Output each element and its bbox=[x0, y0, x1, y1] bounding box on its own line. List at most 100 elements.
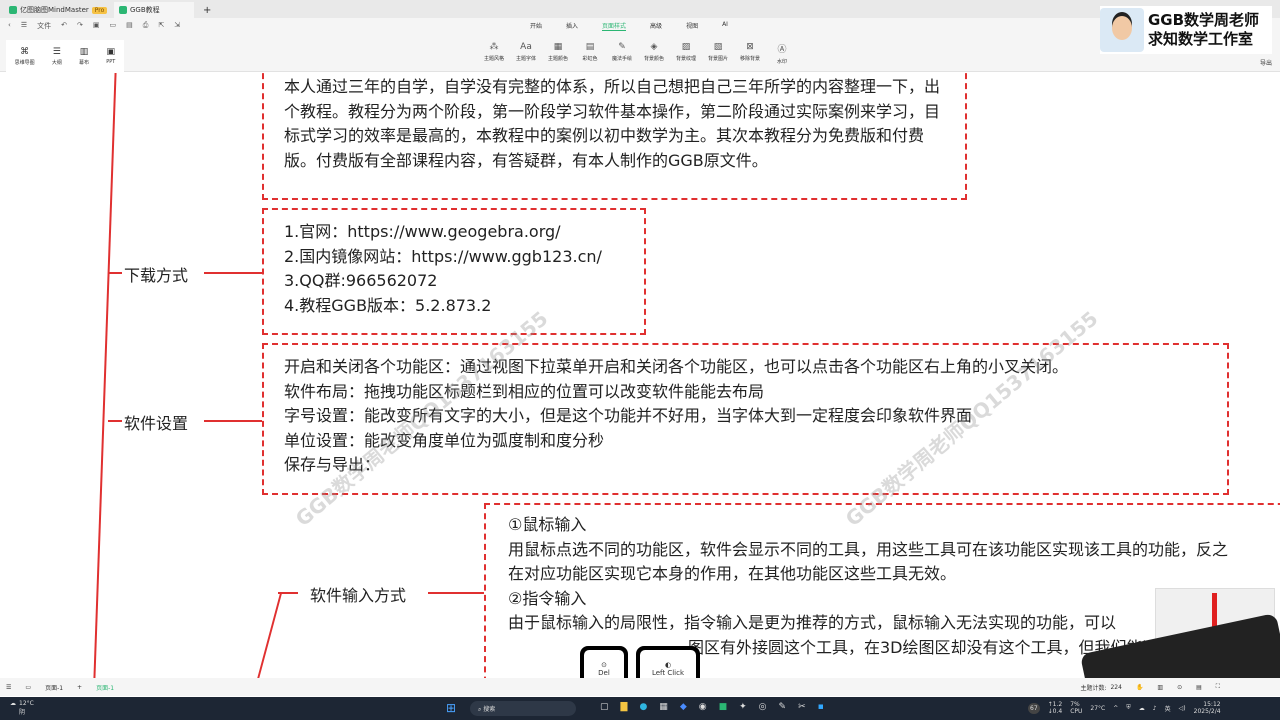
steam-icon[interactable]: ✦ bbox=[739, 702, 747, 712]
cloud-icon[interactable]: ☁ bbox=[1139, 705, 1145, 712]
menu-tabs: 开始 插入 页面样式 高级 视图 AI bbox=[530, 21, 728, 31]
save-icon[interactable]: ▤ bbox=[126, 21, 133, 31]
page-selector[interactable]: 页面-1 bbox=[45, 683, 63, 692]
mode-ppt[interactable]: ▣ PPT bbox=[106, 47, 115, 65]
edge-icon[interactable]: ● bbox=[639, 702, 647, 712]
menu-start[interactable]: 开始 bbox=[530, 21, 542, 31]
menu-page-style[interactable]: 页面样式 bbox=[602, 21, 627, 31]
branch-line bbox=[428, 592, 484, 594]
weather-widget[interactable]: ☁ 12°C 阴 bbox=[10, 700, 34, 716]
tool-2[interactable]: ▦ 主题颜色 bbox=[546, 42, 570, 65]
tool-icon: Aa bbox=[520, 42, 532, 52]
menu-insert[interactable]: 插入 bbox=[566, 21, 578, 31]
paint-icon[interactable]: ✎ bbox=[779, 702, 787, 712]
page-tab[interactable]: 页面-1 bbox=[96, 683, 114, 692]
back-icon[interactable]: ‹ bbox=[8, 21, 11, 31]
start-icon[interactable]: ⊞ bbox=[446, 701, 456, 715]
file-menu[interactable]: 文件 bbox=[37, 21, 51, 31]
curtain-icon: ▥ bbox=[79, 46, 89, 57]
capcut-icon[interactable]: ✂ bbox=[798, 702, 806, 712]
tool-9[interactable]: Ⓐ 水印 bbox=[770, 42, 794, 65]
app-icon[interactable]: ◆ bbox=[680, 702, 687, 712]
tool-icon: ▨ bbox=[681, 42, 691, 52]
tab-mindmaster[interactable]: 亿图脑图MindMaster Pro bbox=[4, 2, 112, 18]
branch-line bbox=[108, 272, 122, 274]
trunk-line bbox=[93, 73, 117, 678]
node-settings[interactable]: 软件设置 bbox=[124, 410, 188, 434]
export-button[interactable]: 导出 bbox=[1260, 58, 1272, 67]
redo-icon[interactable]: ↷ bbox=[77, 21, 83, 31]
export-icon[interactable]: ⇱ bbox=[158, 21, 164, 31]
explorer-icon[interactable]: ▇ bbox=[621, 702, 628, 712]
sidebar-toggle-icon[interactable]: ☰ bbox=[6, 684, 11, 691]
tab-ggb[interactable]: GGB教程 bbox=[114, 2, 194, 18]
quick-access: ‹ ☰ 文件 ↶ ↷ ▣ ▭ ▤ ⎙ ⇱ ⇲ bbox=[8, 21, 180, 31]
layout-icon[interactable]: ▥ bbox=[1157, 684, 1163, 691]
page-icon[interactable]: ▭ bbox=[25, 684, 31, 691]
tool-8[interactable]: ⊠ 移除背景 bbox=[738, 42, 762, 65]
tool-icon: ▦ bbox=[553, 42, 563, 52]
pinned-apps: ▢ ▇ ● ▦ ◆ ◉ ■ ✦ ◎ ✎ ✂ ▪ bbox=[600, 702, 824, 712]
menu-view[interactable]: 视图 bbox=[686, 21, 698, 31]
tool-3[interactable]: ▤ 彩虹色 bbox=[578, 42, 602, 65]
menu-ai[interactable]: AI bbox=[722, 21, 728, 31]
menu-icon[interactable]: ☰ bbox=[21, 21, 27, 31]
ps-icon[interactable]: ▪ bbox=[818, 702, 824, 712]
branch-line bbox=[204, 420, 262, 422]
download-node[interactable]: 1.官网：https://www.geogebra.org/2.国内镜像网站：h… bbox=[262, 208, 646, 335]
pro-badge: Pro bbox=[91, 6, 108, 14]
qq-icon[interactable]: ◉ bbox=[699, 702, 707, 712]
play-icon[interactable]: ⊙ bbox=[1177, 684, 1182, 691]
tool-icon: Ⓐ bbox=[777, 45, 787, 55]
branch-line bbox=[255, 593, 283, 678]
node-input[interactable]: 软件输入方式 bbox=[310, 582, 406, 606]
shield-icon[interactable]: ⛨ bbox=[1126, 704, 1131, 712]
mode-mindmap[interactable]: ⌘ 思维导图 bbox=[15, 47, 35, 66]
tool-4[interactable]: ✎ 魔法手绘 bbox=[610, 42, 634, 65]
tool-icon: ⊠ bbox=[746, 42, 754, 52]
tool-icon: ▤ bbox=[585, 42, 595, 52]
volume-icon[interactable]: ◁) bbox=[1179, 705, 1186, 712]
new-tab-button[interactable]: + bbox=[198, 2, 216, 18]
obs-icon[interactable]: ◎ bbox=[759, 702, 767, 712]
clock[interactable]: 15:12 2025/2/4 bbox=[1194, 701, 1221, 715]
mindmap-canvas[interactable]: 本人通过三年的自学，自学没有完整的体系，所以自己想把自己三年所学的内容整理一下，… bbox=[0, 73, 1280, 678]
chevron-up-icon[interactable]: ^ bbox=[1113, 705, 1118, 712]
mindmap-icon: ⌘ bbox=[20, 46, 30, 57]
store-icon[interactable]: ▦ bbox=[659, 702, 668, 712]
open-icon[interactable]: ▭ bbox=[109, 21, 116, 31]
tool-5[interactable]: ◈ 背景颜色 bbox=[642, 42, 666, 65]
tool-icon: ✎ bbox=[618, 42, 626, 52]
new-icon[interactable]: ▣ bbox=[93, 21, 100, 31]
ime-icon[interactable]: 英 bbox=[1165, 704, 1171, 713]
channel-brand: GGB数学周老师 求知数学工作室 bbox=[1100, 6, 1272, 54]
ribbon: ‹ ☰ 文件 ↶ ↷ ▣ ▭ ▤ ⎙ ⇱ ⇲ ⌘ 思维导图 ☰ 大纲 ▥ 幕布 ▣ PPT 开始 插入 页… bbox=[0, 18, 1280, 72]
taskbar: ☁ 12°C 阴 ⊞ ⌕ 搜索 ▢ ▇ ● ▦ ◆ ◉ ■ ✦ ◎ ✎ ✂ ▪ 67 ↑1.2 ↓0.4 7… bbox=[0, 697, 1280, 720]
node-download[interactable]: 下载方式 bbox=[124, 262, 188, 286]
search-box[interactable]: ⌕ 搜索 bbox=[470, 701, 576, 716]
undo-icon[interactable]: ↶ bbox=[61, 21, 67, 31]
mic-icon[interactable]: ♪ bbox=[1153, 705, 1157, 712]
tool-group: ⁂ 主题风格 Aa 主题字体 ▦ 主题颜色 ▤ 彩虹色 ✎ 魔法手绘 ◈ 背景颜色 ▨ 背景纹理 ▧ 背景图片… bbox=[482, 42, 794, 65]
cloud-icon: ☁ bbox=[10, 700, 16, 707]
fullscreen-icon[interactable]: ⛶ bbox=[1216, 683, 1220, 691]
mode-curtain[interactable]: ▥ 幕布 bbox=[79, 47, 89, 66]
tool-7[interactable]: ▧ 背景图片 bbox=[706, 42, 730, 65]
share-icon[interactable]: ⇲ bbox=[174, 21, 180, 31]
mindmaster-icon[interactable]: ■ bbox=[719, 702, 728, 712]
tab-bar: 亿图脑图MindMaster Pro GGB教程 + bbox=[0, 0, 1280, 18]
print-icon[interactable]: ⎙ bbox=[143, 21, 149, 31]
taskview-icon[interactable]: ▢ bbox=[600, 702, 609, 712]
tool-1[interactable]: Aa 主题字体 bbox=[514, 42, 538, 65]
tool-0[interactable]: ⁂ 主题风格 bbox=[482, 42, 506, 65]
fit-icon[interactable]: ▤ bbox=[1196, 684, 1202, 691]
tool-6[interactable]: ▨ 背景纹理 bbox=[674, 42, 698, 65]
system-tray: 67 ↑1.2 ↓0.4 7% CPU 27°C ^ ⛨ ☁ ♪ 英 ◁) 15:12 2025… bbox=[1028, 701, 1221, 715]
status-bar: ☰ ▭ 页面-1 + 页面-1 主题计数: 224 ✋ ▥ ⊙ ▤ ⛶ bbox=[0, 678, 1280, 696]
intro-node[interactable]: 本人通过三年的自学，自学没有完整的体系，所以自己想把自己三年所学的内容整理一下，… bbox=[262, 73, 967, 200]
ppt-icon: ▣ bbox=[106, 47, 116, 57]
menu-advanced[interactable]: 高级 bbox=[650, 21, 662, 31]
add-page-button[interactable]: + bbox=[77, 684, 82, 691]
hand-icon[interactable]: ✋ bbox=[1136, 684, 1143, 691]
mode-outline[interactable]: ☰ 大纲 bbox=[52, 47, 62, 66]
